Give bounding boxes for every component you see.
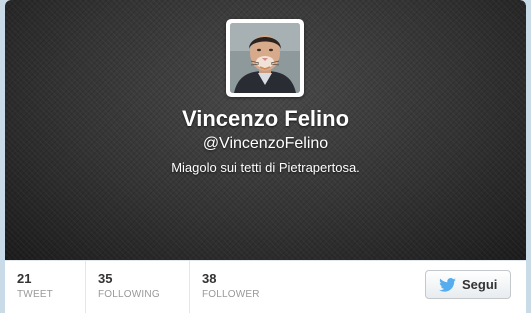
profile-handle[interactable]: @VincenzoFelino xyxy=(5,135,526,153)
stat-following-label: FOLLOWING xyxy=(98,289,160,300)
stat-tweets-count: 21 xyxy=(17,271,32,286)
follow-button[interactable]: Segui xyxy=(425,270,511,299)
profile-name: Vincenzo Felino xyxy=(181,106,350,131)
profile-bio: Miagolo sui tetti di Pietrapertosa. xyxy=(171,160,360,175)
stat-following[interactable]: 35 FOLLOWING xyxy=(86,261,190,313)
profile-card: Vincenzo Felino @VincenzoFelino Miagolo … xyxy=(5,0,526,313)
profile-photo xyxy=(230,23,300,93)
stat-followers-label: FOLLOWER xyxy=(202,289,260,300)
stat-followers[interactable]: 38 FOLLOWER xyxy=(190,261,292,313)
stat-tweets[interactable]: 21 TWEET xyxy=(5,261,86,313)
avatar[interactable] xyxy=(226,19,304,97)
stat-following-count: 35 xyxy=(98,271,113,286)
stat-tweets-label: TWEET xyxy=(17,289,53,300)
stat-followers-count: 38 xyxy=(202,271,217,286)
follow-button-label: Segui xyxy=(462,277,498,292)
twitter-bird-icon xyxy=(439,278,456,292)
